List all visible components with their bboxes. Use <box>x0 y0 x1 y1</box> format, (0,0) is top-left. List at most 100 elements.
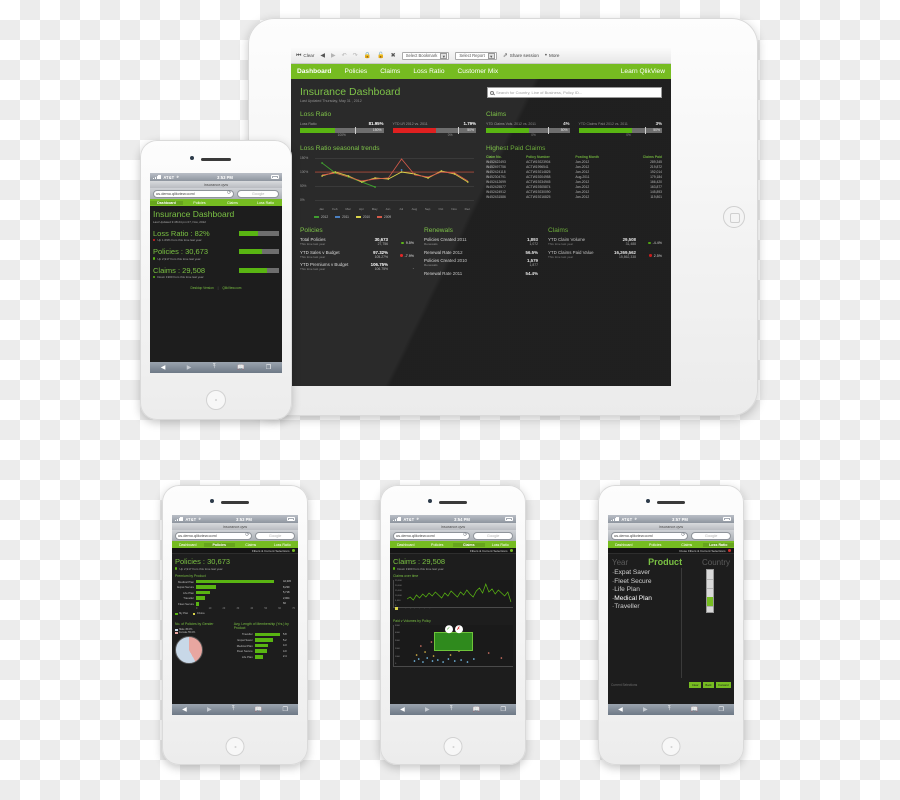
learn-qlikview-link[interactable]: Learn QlikView <box>621 68 665 75</box>
share-icon[interactable]: ⤒ <box>213 364 216 371</box>
home-button[interactable] <box>225 737 245 756</box>
forward-icon[interactable]: ▶ <box>425 706 430 713</box>
share-icon[interactable]: ⤒ <box>450 706 453 713</box>
tab-policies[interactable]: Policies <box>183 201 216 205</box>
home-button[interactable] <box>443 737 463 756</box>
tab-dashboard[interactable]: Dashboard <box>390 543 422 547</box>
back-icon[interactable]: ◀ <box>182 706 187 713</box>
back-icon[interactable]: ◀ <box>400 706 405 713</box>
forward-button[interactable]: Forward <box>715 682 731 688</box>
filter-tab-product[interactable]: Product <box>648 557 682 567</box>
tab-loss-ratio[interactable]: Loss Ratio <box>485 543 517 547</box>
renewals-panel: Renewals Policies Created 2011 Renewals 1… <box>424 227 538 279</box>
accept-selection-button[interactable]: ✓ <box>444 625 453 634</box>
tab-loss-ratio[interactable]: Loss Ratio <box>413 68 444 75</box>
tab-policies[interactable]: Policies <box>422 543 454 547</box>
kpi-marker <box>457 126 459 134</box>
select-bookmark-dropdown[interactable]: Select Bookmark ▼ <box>401 51 450 60</box>
filter-tab-country[interactable]: Country <box>702 558 730 567</box>
url-input[interactable]: us.demo.qlikview.com/ ⟳ <box>175 531 253 540</box>
share-icon[interactable]: ⤒ <box>232 706 235 713</box>
ipad-home-button[interactable] <box>723 206 745 228</box>
select-report-dropdown[interactable]: Select Report ▼ <box>455 51 497 60</box>
reload-icon[interactable]: ⟳ <box>227 191 231 196</box>
share-icon[interactable]: ⤒ <box>668 706 671 713</box>
filter-tab-year[interactable]: Year <box>612 558 628 567</box>
clear-button[interactable]: Clear <box>689 682 701 688</box>
forward-icon[interactable]: ▶ <box>187 364 192 371</box>
tab-policies[interactable]: Policies <box>344 68 367 75</box>
kpi-loss-ratio[interactable]: Loss Ratio : 82% Up 1.69% from this time… <box>153 229 279 242</box>
reload-icon[interactable]: ⟳ <box>681 533 685 538</box>
qlikview-link[interactable]: QlikView.com <box>222 286 241 290</box>
selection-rectangle[interactable] <box>434 631 473 651</box>
tab-policies[interactable]: Policies <box>640 543 672 547</box>
kpi-value: 3% <box>655 121 662 126</box>
x-tick: May <box>371 207 378 211</box>
forward-icon[interactable]: ▶ <box>331 53 336 59</box>
bookmarks-icon[interactable]: 📖 <box>473 706 480 713</box>
url-input[interactable]: us.demo.qlikview.com/ ⟳ <box>393 531 471 540</box>
reload-icon[interactable]: ⟳ <box>245 533 249 538</box>
bookmarks-icon[interactable]: 📖 <box>255 706 262 713</box>
filters-toggle-icon[interactable] <box>509 548 513 553</box>
forward-icon[interactable]: ▶ <box>207 706 212 713</box>
clear-button[interactable]: ⏮ Clear <box>296 53 314 59</box>
url-input[interactable]: us.demo.qlikview.com/ ⟳ <box>153 189 235 198</box>
filters-toggle-icon[interactable] <box>291 548 295 553</box>
search-input[interactable]: Google <box>237 189 279 198</box>
tab-claims[interactable]: Claims <box>216 201 249 205</box>
redo-icon[interactable]: ↷ <box>353 53 358 59</box>
tab-claims[interactable]: Claims <box>235 543 267 547</box>
legend-2011[interactable]: 2011 <box>335 215 349 219</box>
tabs-icon[interactable]: ❐ <box>282 706 287 713</box>
kpi-policies[interactable]: Policies : 30,673 Up 2,917 from this tim… <box>153 247 279 261</box>
search-input[interactable]: Search for Country, Line of Business, Po… <box>487 87 662 98</box>
legend-2010[interactable]: 2010 <box>355 215 370 219</box>
home-button[interactable] <box>661 737 681 756</box>
kpi-claims[interactable]: Claims : 29,508 Down 1900 from this time… <box>153 266 279 279</box>
tab-dashboard[interactable]: Dashboard <box>172 543 204 547</box>
tabs-icon[interactable]: ❐ <box>718 706 723 713</box>
desktop-version-link[interactable]: Desktop Version <box>191 286 214 290</box>
table-row[interactable]: IN452431586 ACTW19216825 Jan-2012 119,801 <box>486 194 662 199</box>
tab-loss-ratio[interactable]: Loss Ratio <box>267 543 299 547</box>
undo-icon[interactable]: ↶ <box>342 53 347 59</box>
filters-close-icon[interactable] <box>727 548 731 553</box>
paid-v-volumes-chart[interactable]: 5000 4000 3000 2000 1000 0 ✓ ✗ <box>393 624 513 667</box>
filter-scrollbar[interactable] <box>706 569 714 613</box>
back-icon[interactable]: ◀ <box>161 364 166 371</box>
search-input[interactable]: Google <box>473 531 513 540</box>
url-input[interactable]: us.demo.qlikview.com/ ⟳ <box>611 531 689 540</box>
share-session-button[interactable]: ⇗ Share session <box>503 53 539 59</box>
reload-icon[interactable]: ⟳ <box>463 533 467 538</box>
search-input[interactable]: Google <box>691 531 731 540</box>
more-button[interactable]: • More <box>545 53 560 59</box>
tab-loss-ratio[interactable]: Loss Ratio <box>702 542 734 547</box>
bookmarks-icon[interactable]: 📖 <box>691 706 698 713</box>
back-icon[interactable]: ◀ <box>618 706 623 713</box>
lock-icon[interactable]: 🔒 <box>364 53 371 59</box>
unlock-icon[interactable]: 🔓 <box>377 53 384 59</box>
tab-claims[interactable]: Claims <box>671 543 703 547</box>
legend-2009[interactable]: 2009 <box>377 215 391 219</box>
home-button[interactable] <box>206 390 226 410</box>
back-icon[interactable]: ◀ <box>320 53 325 59</box>
search-input[interactable]: Google <box>255 531 295 540</box>
tab-claims[interactable]: Claims <box>380 68 400 75</box>
tab-loss-ratio[interactable]: Loss Ratio <box>249 201 282 205</box>
help-icon[interactable]: ✖ <box>391 53 396 59</box>
tab-claims[interactable]: Claims <box>453 542 485 547</box>
bookmarks-icon[interactable]: 📖 <box>237 364 244 371</box>
legend-2012[interactable]: 2012 <box>314 215 328 219</box>
tab-dashboard[interactable]: Dashboard <box>297 68 331 75</box>
forward-icon[interactable]: ▶ <box>643 706 648 713</box>
tabs-icon[interactable]: ❐ <box>500 706 505 713</box>
tab-customer-mix[interactable]: Customer Mix <box>458 68 499 75</box>
tab-dashboard[interactable]: Dashboard <box>150 200 183 205</box>
tab-policies[interactable]: Policies <box>203 542 235 547</box>
back-button[interactable]: Back <box>702 682 714 688</box>
tabs-icon[interactable]: ❐ <box>266 364 271 371</box>
tab-dashboard[interactable]: Dashboard <box>608 543 640 547</box>
reject-selection-button[interactable]: ✗ <box>454 625 463 634</box>
